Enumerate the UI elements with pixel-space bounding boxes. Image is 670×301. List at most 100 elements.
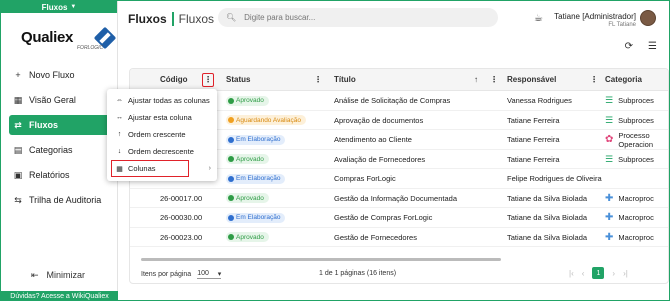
status-label: Aprovado	[236, 194, 264, 202]
column-header-category[interactable]: Categoria	[605, 75, 642, 84]
next-page-icon[interactable]: ›	[612, 269, 615, 278]
fit-all-columns-icon: ⇔	[116, 97, 123, 104]
category-label: Macroproc	[618, 213, 654, 223]
gear-icon: ✿	[605, 134, 614, 146]
kebab-icon[interactable]: ⋮	[314, 75, 322, 84]
status-badge: Em Elaboração	[226, 212, 286, 223]
sidebar-item-label: Categorias	[29, 145, 73, 155]
cell-code: 26-00023.00	[160, 232, 203, 242]
logo-sub: FORLOGIC	[77, 45, 104, 51]
minimize-label: Minimizar	[46, 270, 86, 280]
cell-code: 26-00017.00	[160, 193, 203, 203]
cell-title: Aprovação de documentos	[334, 115, 424, 125]
prev-page-icon[interactable]: ‹	[582, 269, 585, 278]
category-label: Subproces	[618, 96, 654, 106]
horizontal-scrollbar[interactable]	[141, 258, 501, 261]
cell-responsible: Tatiane da Silva Biolada	[507, 193, 588, 203]
status-label: Aprovado	[236, 155, 264, 163]
column-header-title[interactable]: Título	[334, 75, 356, 84]
cell-responsible: Tatiane da Silva Biolada	[507, 232, 588, 242]
sidebar-item-relatorios[interactable]: ▣ Relatórios	[9, 165, 113, 185]
page-subtitle: Fluxos	[178, 11, 215, 26]
kebab-icon[interactable]: ⋮	[490, 75, 498, 84]
menu-item-columns[interactable]: ▦ Colunas ›	[111, 160, 211, 177]
cell-title: Gestão da Informação Documentada	[334, 193, 457, 203]
items-per-page-value: 100	[197, 270, 209, 277]
pagination: |‹ ‹ 1 › ›|	[569, 267, 628, 279]
table-row[interactable]: 26-00017.00 Aprovado Gestão da Informaçã…	[130, 189, 668, 208]
fit-column-icon: ↔	[116, 114, 123, 121]
table-row[interactable]: 26-00030.00 Em Elaboração Gestão de Comp…	[130, 208, 668, 228]
sidebar-item-trilha-auditoria[interactable]: ⇆ Trilha de Auditoria	[9, 190, 113, 210]
kebab-icon[interactable]: ⋮	[590, 75, 598, 84]
edit-icon	[228, 175, 234, 182]
cell-responsible: Felipe Rodrigues de Oliveira	[507, 174, 602, 184]
category-label: Macroproc	[618, 232, 654, 242]
categories-icon: ▤	[13, 144, 23, 155]
refresh-icon[interactable]: ⟳	[625, 41, 633, 52]
check-icon	[228, 156, 234, 163]
last-page-icon[interactable]: ›|	[623, 269, 628, 278]
category-label: Subproces	[618, 154, 654, 164]
cell-title: Gestão de Fornecedores	[334, 232, 417, 242]
avatar[interactable]	[640, 10, 656, 26]
check-icon	[228, 195, 234, 202]
check-icon	[228, 97, 234, 104]
coffee-cup-icon[interactable]: ☕︎	[534, 13, 543, 24]
menu-item-fit-all-columns[interactable]: ⇔ Ajustar todas as colunas	[107, 92, 217, 109]
cell-responsible: Tatiane Ferreira	[507, 135, 560, 145]
sidebar-item-novo-fluxo[interactable]: + Novo Fluxo	[9, 65, 113, 85]
qualiex-logo: Qualiex FORLOGIC	[21, 26, 117, 53]
collapse-icon: ⇤	[31, 270, 39, 280]
menu-item-sort-desc[interactable]: ↓ Ordem decrescente	[107, 143, 217, 160]
sort-asc-indicator-icon[interactable]: ↑	[474, 75, 478, 84]
items-per-page-select[interactable]: 100 ▾	[197, 270, 222, 279]
user-info[interactable]: Tatiane [Administrador] FL Tatiane	[554, 12, 636, 28]
column-header-status[interactable]: Status	[226, 75, 250, 84]
category-label: Processo Operacion	[618, 130, 653, 149]
column-header-code[interactable]: Código	[160, 75, 188, 84]
status-label: Aprovado	[236, 233, 264, 241]
menu-item-label: Ordem decrescente	[128, 147, 194, 156]
minimize-button[interactable]: ⇤ Minimizar	[31, 270, 85, 281]
table-footer: Itens por página 100 ▾ 1 de 1 páginas (1…	[129, 266, 669, 283]
status-badge: Aprovado	[226, 154, 269, 165]
search-input[interactable]	[244, 13, 485, 22]
table-row[interactable]: 26-00023.00 Aprovado Gestão de Fornecedo…	[130, 228, 668, 247]
sidebar-item-label: Visão Geral	[29, 95, 76, 105]
sidebar-item-label: Relatórios	[29, 170, 70, 180]
plus-icon: +	[15, 70, 21, 80]
sidebar-item-label: Trilha de Auditoria	[29, 195, 102, 205]
module-label: Fluxos	[41, 2, 68, 12]
module-selector[interactable]: Fluxos ▼	[1, 1, 117, 13]
first-page-icon[interactable]: |‹	[569, 269, 574, 278]
search-icon: 🔍︎	[226, 13, 237, 22]
sidebar-item-fluxos[interactable]: ⇄ Fluxos	[9, 115, 113, 135]
title-separator	[171, 11, 174, 26]
sidebar-item-categorias[interactable]: ▤ Categorias	[9, 140, 113, 160]
status-label: Em Elaboração	[236, 214, 281, 222]
column-menu-button[interactable]: ⋮	[202, 72, 214, 87]
cell-title: Gestão de Compras ForLogic	[334, 213, 433, 223]
column-header-responsible[interactable]: Responsável	[507, 75, 556, 84]
help-link[interactable]: Dúvidas? Acesse a WikiQualiex	[1, 291, 118, 301]
cell-responsible: Vanessa Rodrigues	[507, 96, 572, 106]
search-box[interactable]: 🔍︎	[218, 8, 498, 27]
status-label: Em Elaboração	[236, 136, 281, 144]
sidebar: Fluxos ▼ Qualiex FORLOGIC + Novo Fluxo ▦…	[1, 1, 118, 301]
kebab-icon: ⋮	[202, 72, 214, 87]
logo-word: Qualiex	[21, 29, 74, 46]
current-page-button[interactable]: 1	[592, 267, 605, 279]
menu-item-label: Ordem crescente	[128, 130, 186, 139]
status-badge: Em Elaboração	[226, 134, 286, 145]
filter-icon[interactable]: ☰	[648, 41, 657, 52]
top-bar: Fluxos Fluxos 🔍︎ ☕︎ Tatiane [Administrad…	[118, 1, 669, 36]
menu-item-fit-column[interactable]: ↔ Ajustar esta coluna	[107, 109, 217, 126]
menu-item-label: Ajustar todas as colunas	[128, 96, 210, 105]
menu-item-sort-asc[interactable]: ↑ Ordem crescente	[107, 126, 217, 143]
list-icon: ☰	[605, 114, 614, 125]
audit-trail-icon: ⇆	[14, 194, 22, 205]
sidebar-item-visao-geral[interactable]: ▦ Visão Geral	[9, 90, 113, 110]
edit-icon	[228, 136, 234, 143]
status-badge: Em Elaboração	[226, 173, 286, 184]
